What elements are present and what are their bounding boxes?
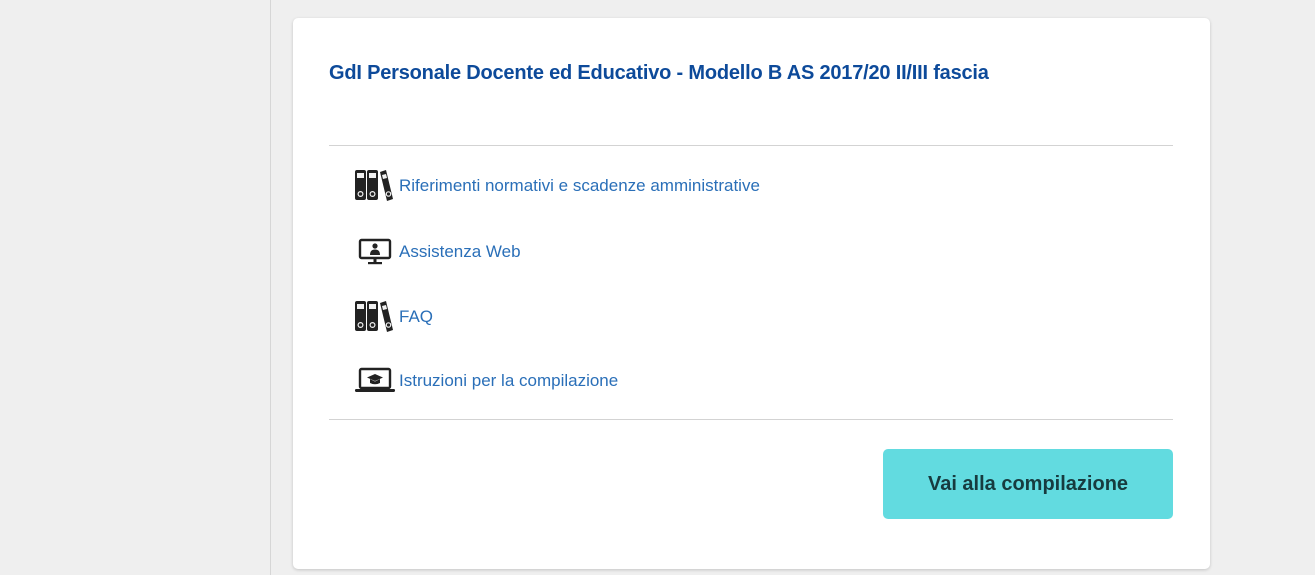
link-label: Riferimenti normativi e scadenze amminis… bbox=[399, 176, 760, 195]
divider-bottom bbox=[329, 419, 1173, 420]
link-istruzioni-compilazione[interactable]: Istruzioni per la compilazione bbox=[353, 365, 618, 397]
page: GdI Personale Docente ed Educativo - Mod… bbox=[0, 0, 1315, 575]
laptop-graduation-icon bbox=[353, 365, 397, 397]
card-title: GdI Personale Docente ed Educativo - Mod… bbox=[329, 62, 989, 84]
link-assistenza-web[interactable]: Assistenza Web bbox=[353, 236, 521, 268]
link-label: FAQ bbox=[399, 307, 434, 326]
link-label: Istruzioni per la compilazione bbox=[399, 371, 619, 390]
link-riferimenti-normativi[interactable]: Riferimenti normativi e scadenze amminis… bbox=[353, 170, 760, 202]
monitor-user-icon bbox=[353, 236, 397, 268]
binders-icon bbox=[353, 170, 397, 202]
vai-alla-compilazione-button[interactable]: Vai alla compilazione bbox=[883, 449, 1173, 519]
sidebar-divider bbox=[270, 0, 271, 575]
binders-icon bbox=[353, 301, 397, 333]
divider-top bbox=[329, 145, 1173, 146]
service-card: GdI Personale Docente ed Educativo - Mod… bbox=[293, 18, 1210, 569]
link-faq[interactable]: FAQ bbox=[353, 301, 433, 333]
link-label: Assistenza Web bbox=[399, 242, 521, 261]
